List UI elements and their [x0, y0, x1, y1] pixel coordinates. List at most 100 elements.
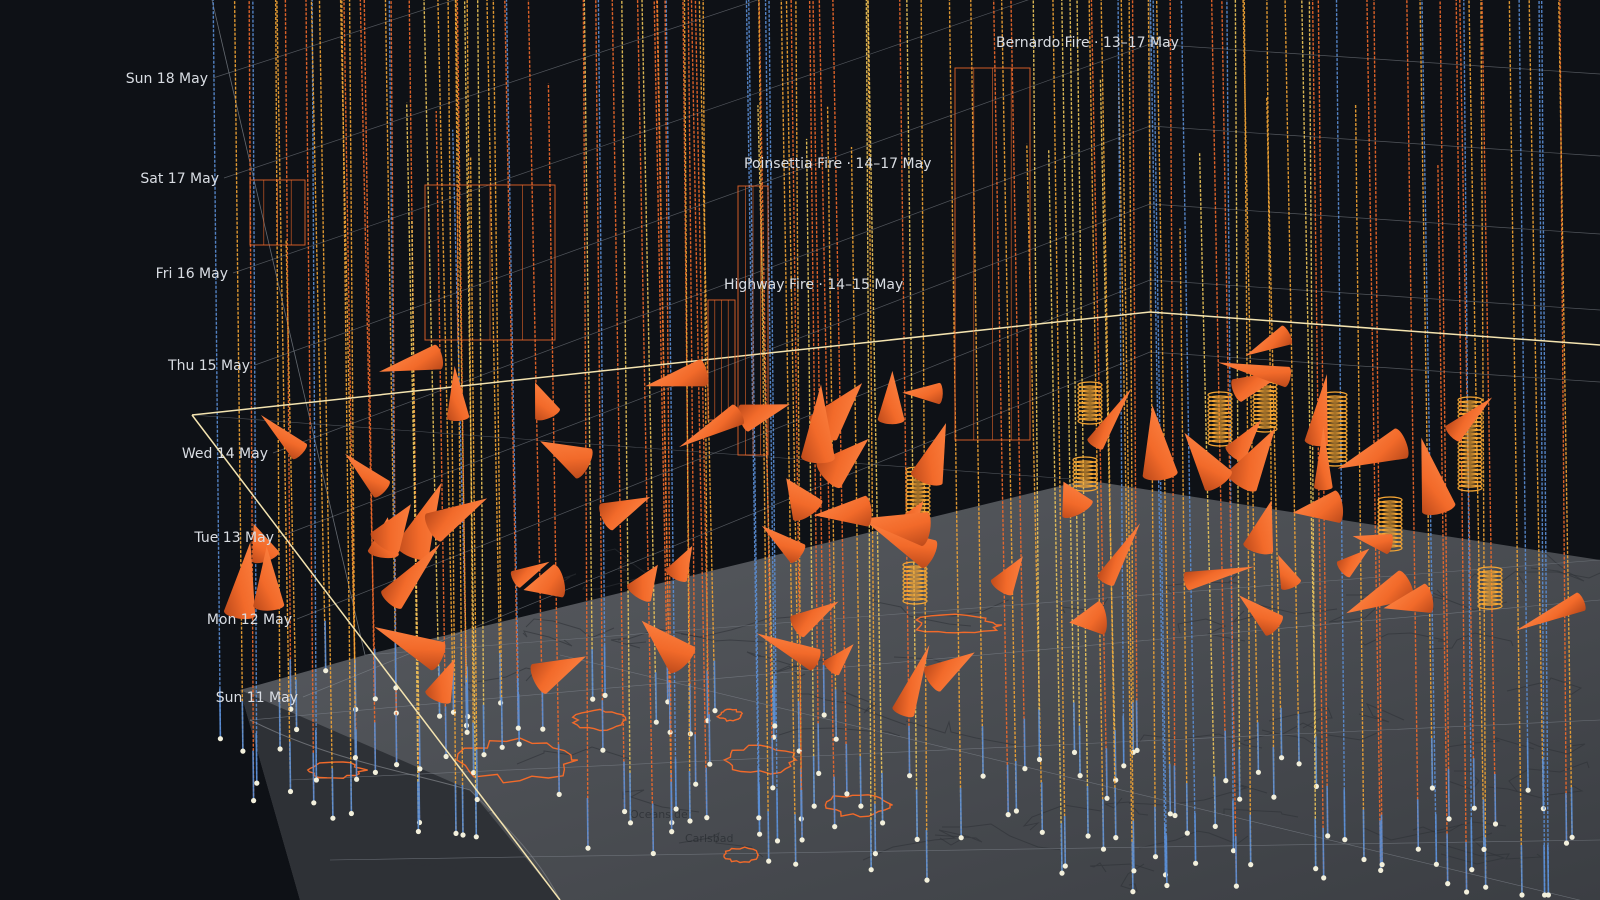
station-dot [217, 736, 223, 742]
column-base-segment [1543, 844, 1546, 896]
station-dot [1223, 778, 1229, 784]
station-dot [712, 708, 718, 714]
column-base-segment [845, 743, 848, 794]
station-dot [1036, 756, 1043, 763]
station-dot [437, 713, 443, 719]
cone-icon [345, 453, 390, 498]
column-base-segment [1249, 814, 1252, 865]
column-base-segment [834, 689, 837, 740]
time-label-6: Sat 17 May [140, 171, 219, 187]
column-base-segment [767, 811, 770, 862]
column-base-segment [833, 776, 836, 827]
cone-icon [679, 404, 744, 448]
station-dot [460, 832, 466, 838]
time-grid-line [212, 0, 456, 79]
station-dot [443, 753, 449, 760]
station-dot [1321, 875, 1327, 881]
station-dot [556, 791, 562, 798]
column-base-segment [1416, 799, 1420, 850]
station-dot [1152, 854, 1159, 860]
time-label-5: Fri 16 May [156, 266, 228, 282]
station-dot [1172, 812, 1178, 819]
column-base-segment [255, 733, 258, 784]
column-base-segment [1465, 841, 1468, 893]
station-dot [707, 761, 713, 767]
column-base-segment [1280, 707, 1283, 758]
space-time-cube-canvas[interactable]: Oceanside Carlsbad Sun 11 May Mon 12 May… [0, 0, 1600, 900]
column-base-segment [516, 678, 520, 729]
column-base-segment [1105, 748, 1108, 799]
column-base-segment [1322, 827, 1325, 878]
station-dot [1361, 856, 1367, 863]
station-dot [1469, 867, 1475, 873]
station-dot [1445, 881, 1451, 887]
weather-station-column [274, 0, 281, 750]
column-base-segment [472, 722, 475, 773]
time-label-3: Wed 14 May [182, 446, 268, 462]
column-base-segment [1102, 799, 1105, 850]
column-base-segment [394, 637, 397, 688]
column-base-segment [418, 718, 421, 769]
column-base-segment [1447, 768, 1450, 819]
column-base-segment [461, 784, 464, 836]
station-dot [1471, 805, 1477, 811]
station-dot [1525, 787, 1531, 793]
column-base-segment [1040, 782, 1044, 833]
station-dot [704, 815, 710, 821]
cone-icon [902, 382, 943, 405]
station-dot [1113, 777, 1119, 783]
station-dot [1569, 834, 1575, 840]
column-base-segment [354, 707, 357, 758]
cone-icon [910, 423, 946, 486]
station-dot [1378, 867, 1384, 874]
column-base-segment [773, 675, 776, 726]
column-base-segment [475, 749, 478, 800]
station-dot [1519, 892, 1525, 898]
cone-icon [535, 382, 560, 421]
column-base-segment [1135, 700, 1138, 751]
station-dot [354, 776, 360, 782]
observation-ring [1457, 484, 1483, 492]
station-dot [914, 836, 920, 843]
cone-body [1142, 405, 1178, 481]
observation-ring [1077, 417, 1103, 425]
station-dot [858, 803, 864, 809]
column-base-segment [1362, 809, 1365, 860]
station-dot [1134, 747, 1140, 754]
column-base-segment [1272, 747, 1275, 798]
station-dot [453, 830, 459, 837]
column-base-segment [1122, 715, 1125, 766]
column-base-segment [881, 772, 884, 823]
station-dot [774, 838, 781, 844]
column-base-segment [1164, 824, 1167, 875]
column-base-segment [654, 672, 658, 723]
column-base-segment [1326, 785, 1329, 836]
station-dot [1233, 883, 1239, 889]
column-base-segment [474, 786, 478, 837]
fire-extrusions[interactable] [249, 67, 1031, 456]
column-base-segment [1185, 783, 1189, 834]
station-dot [1085, 833, 1091, 839]
cone-icon [424, 498, 488, 542]
column-base-segment [1168, 763, 1172, 814]
space-time-cube-view[interactable]: Oceanside Carlsbad Sun 11 May Mon 12 May… [0, 0, 1600, 900]
column-base-segment [289, 741, 292, 792]
time-axis-labels: Sun 11 May Mon 12 May Tue 13 May Wed 14 … [126, 71, 298, 706]
station-dot [394, 762, 400, 768]
column-base-segment [1213, 776, 1217, 827]
column-base-segment [812, 756, 815, 807]
station-dot [464, 729, 470, 735]
station-dot [1313, 866, 1319, 872]
station-dot [1005, 812, 1011, 818]
station-dot [1022, 766, 1028, 772]
station-dot [980, 773, 986, 779]
station-dot [1481, 846, 1487, 853]
column-base-segment [1073, 702, 1076, 753]
station-dot [1563, 840, 1570, 846]
station-dot [277, 746, 283, 752]
column-base-segment [694, 734, 697, 785]
station-dot [1492, 821, 1499, 827]
column-base-segment [374, 722, 377, 773]
column-base-segment [1520, 844, 1523, 896]
station-dot [499, 744, 505, 750]
